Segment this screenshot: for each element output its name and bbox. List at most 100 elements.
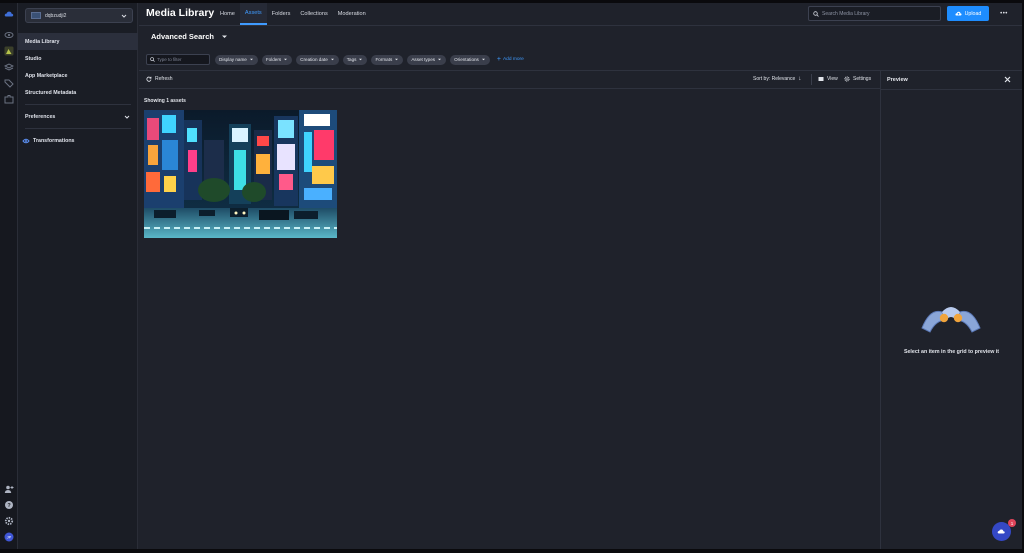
caret-down-icon <box>359 58 363 61</box>
divider <box>881 89 1022 90</box>
refresh-button[interactable]: Refresh <box>146 76 173 82</box>
tab-home[interactable]: Home <box>215 3 240 25</box>
tab-assets[interactable]: Assets <box>239 3 267 25</box>
tab-folders[interactable]: Folders <box>267 3 296 25</box>
add-user-icon[interactable] <box>3 483 15 495</box>
advanced-search-title: Advanced Search <box>151 32 214 41</box>
sidebar-item-app-marketplace[interactable]: App Marketplace <box>18 67 138 84</box>
asset-thumbnail[interactable] <box>144 110 337 238</box>
cloud-icon <box>997 529 1005 534</box>
caret-down-icon <box>249 58 253 61</box>
filter-chip-orientations[interactable]: Orientations <box>450 54 490 65</box>
sidebar-item-studio[interactable]: Studio <box>18 50 138 67</box>
puzzle-icon[interactable] <box>3 93 15 105</box>
chip-label: Asset types <box>411 57 436 62</box>
top-bar: Media Library Home Assets Folders Collec… <box>139 3 1022 26</box>
advanced-search-header[interactable]: Advanced Search <box>151 32 228 41</box>
sidebar-item-preferences[interactable]: Preferences <box>18 108 138 125</box>
filter-chip-formats[interactable]: Formats <box>371 54 404 65</box>
filter-chip-folders[interactable]: Folders <box>261 54 293 65</box>
filter-chip-asset-types[interactable]: Asset types <box>407 54 447 65</box>
sort-label: Sort by: Relevance <box>753 76 796 82</box>
close-icon[interactable] <box>1003 75 1012 84</box>
preview-panel: Preview Select an item in the grid to pr… <box>880 70 1022 549</box>
page-title: Media Library <box>146 7 215 19</box>
filter-chip-display-name[interactable]: Display name <box>215 54 258 65</box>
caret-down-icon <box>284 58 288 61</box>
sidebar-item-media-library[interactable]: Media Library <box>18 33 138 50</box>
filter-box[interactable] <box>146 54 210 65</box>
chip-label: Folders <box>265 57 282 62</box>
sort-dropdown[interactable]: Sort by: Relevance ↓ <box>753 76 801 82</box>
empty-preview-illustration <box>921 307 981 333</box>
more-icon: ••• <box>1000 10 1008 17</box>
add-more-filter-link[interactable]: + Add more <box>497 56 524 63</box>
chip-label: Tags <box>346 57 357 62</box>
caret-down-icon <box>395 58 399 61</box>
search-icon <box>813 10 819 17</box>
search-input[interactable] <box>822 10 932 17</box>
settings-button[interactable]: Settings <box>844 76 871 82</box>
tag-icon[interactable] <box>3 77 15 89</box>
icon-rail: ? JP <box>0 3 18 549</box>
view-button[interactable]: View <box>818 76 838 82</box>
side-nav: Media Library Studio App Marketplace Str… <box>18 33 138 149</box>
sidebar-item-label: Structured Metadata <box>25 89 77 96</box>
transformations-icon <box>22 138 30 143</box>
sidebar-item-label: App Marketplace <box>25 72 68 79</box>
caret-down-icon <box>481 58 485 61</box>
search-box[interactable] <box>808 6 941 21</box>
chip-label: Display name <box>219 57 247 62</box>
upload-label: Upload <box>964 10 982 17</box>
svg-text:JP: JP <box>7 535 12 540</box>
chip-label: Creation date <box>300 57 328 62</box>
tab-collections[interactable]: Collections <box>295 3 332 25</box>
caret-down-icon <box>438 58 442 61</box>
sidebar-item-structured-metadata[interactable]: Structured Metadata <box>18 84 138 101</box>
sidebar-item-label: Studio <box>25 55 42 62</box>
user-avatar-icon[interactable]: JP <box>3 531 15 543</box>
side-panel: dqbzudji2 Media Library Studio App Marke… <box>18 3 138 549</box>
chip-label: Orientations <box>454 57 479 62</box>
tab-moderation[interactable]: Moderation <box>333 3 371 25</box>
help-icon[interactable]: ? <box>3 499 15 511</box>
divider <box>811 74 812 85</box>
city-night-image <box>144 110 337 238</box>
asset-grid-panel: Refresh Sort by: Relevance ↓ View Settin… <box>139 70 880 549</box>
media-library-icon[interactable] <box>3 45 15 57</box>
divider <box>25 104 131 105</box>
gear-icon[interactable] <box>3 515 15 527</box>
filter-input[interactable] <box>157 57 209 62</box>
cloud-selector[interactable]: dqbzudji2 <box>25 8 133 23</box>
chip-label: Formats <box>375 57 393 62</box>
arrow-down-icon: ↓ <box>798 76 802 82</box>
refresh-label: Refresh <box>155 76 173 82</box>
filter-chip-creation-date[interactable]: Creation date <box>296 54 339 65</box>
sidebar-item-label: Preferences <box>25 113 56 120</box>
chevron-down-icon <box>124 115 130 119</box>
chevron-down-icon <box>121 14 127 18</box>
upload-button[interactable]: Upload <box>947 6 989 21</box>
plus-icon: + <box>496 56 501 63</box>
preview-empty-text: Select an item in the grid to preview it <box>903 349 1000 355</box>
layers-icon[interactable] <box>3 61 15 73</box>
caret-down-icon <box>330 58 334 61</box>
filter-chip-tags[interactable]: Tags <box>342 54 368 65</box>
cloud-name: dqbzudji2 <box>45 12 67 19</box>
sidebar-item-label: Media Library <box>25 38 60 45</box>
gear-icon <box>844 76 850 82</box>
eye-icon[interactable] <box>3 29 15 41</box>
cloudinary-logo-icon[interactable] <box>3 8 15 20</box>
filter-row: Display name Folders Creation date Tags … <box>146 54 524 65</box>
cloud-thumbnail-icon <box>31 12 41 19</box>
more-options-button[interactable]: ••• <box>997 7 1011 20</box>
grid-toolbar: Refresh Sort by: Relevance ↓ View Settin… <box>139 71 880 89</box>
notification-badge: 1 <box>1008 519 1016 527</box>
divider <box>25 128 131 129</box>
sidebar-item-transformations[interactable]: Transformations <box>18 132 138 149</box>
caret-down-icon <box>221 35 227 38</box>
sidebar-item-label: Transformations <box>33 137 75 144</box>
upload-cloud-icon <box>955 11 962 16</box>
view-label: View <box>827 76 838 82</box>
add-more-label: Add more <box>502 57 524 62</box>
